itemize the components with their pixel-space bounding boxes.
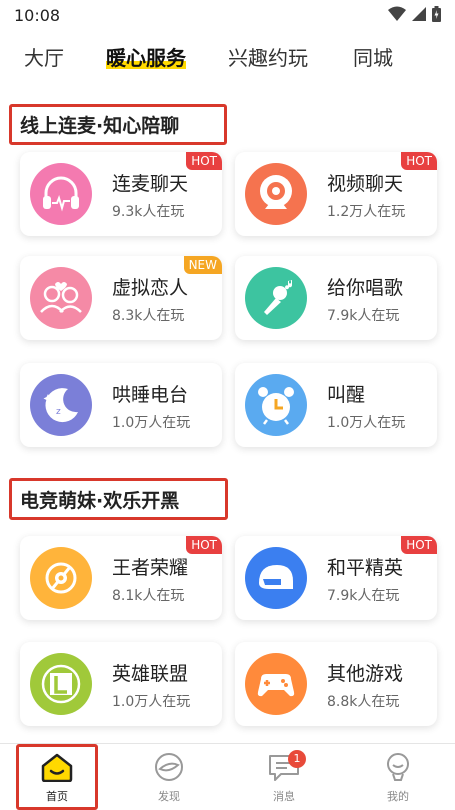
gamepad-icon [245, 653, 307, 715]
nav-label: 消息 [273, 790, 295, 803]
hot-badge: HOT [401, 152, 437, 170]
status-bar: 10:08 [0, 0, 455, 30]
card-name: 虚拟恋人 [112, 277, 189, 299]
hot-badge: HOT [186, 152, 222, 170]
top-nav: 大厅 暖心服务 兴趣约玩 同城 [0, 30, 455, 80]
card-count: 7.9k人在玩 [327, 308, 400, 324]
card-name: 视频聊天 [327, 173, 404, 195]
card-count: 7.9k人在玩 [327, 588, 400, 604]
nav-discover[interactable]: 发现 [134, 752, 204, 804]
card-count: 1.0万人在玩 [327, 415, 406, 431]
card-video-chat[interactable]: 视频聊天 1.2万人在玩 HOT [235, 152, 437, 236]
section-title-text: 电竞萌妹·欢乐开黑 [20, 489, 180, 512]
tab-lobby[interactable]: 大厅 [24, 42, 64, 71]
section-title-gaming: 电竞萌妹·欢乐开黑 [9, 478, 228, 520]
card-wake-up[interactable]: 叫醒 1.0万人在玩 [235, 363, 437, 447]
tab-warm-service[interactable]: 暖心服务 [106, 42, 186, 71]
helmet-icon [245, 547, 307, 609]
discover-icon [155, 753, 183, 781]
card-name: 和平精英 [327, 557, 404, 579]
alarm-clock-icon [245, 374, 307, 436]
card-count: 8.8k人在玩 [327, 694, 400, 710]
card-count: 1.0万人在玩 [112, 694, 191, 710]
microphone-icon [245, 267, 307, 329]
card-name: 其他游戏 [327, 663, 404, 685]
nav-label: 我的 [387, 790, 409, 803]
card-league-of-legends[interactable]: 英雄联盟 1.0万人在玩 [20, 642, 222, 726]
nav-label: 首页 [46, 790, 68, 803]
nav-profile[interactable]: 我的 [363, 752, 433, 804]
svg-text:z: z [56, 407, 61, 417]
status-icons [388, 6, 441, 22]
honor-of-kings-icon [30, 547, 92, 609]
card-honor-of-kings[interactable]: 王者荣耀 8.1k人在玩 HOT [20, 536, 222, 620]
card-count: 8.1k人在玩 [112, 588, 185, 604]
section-title-chat: 线上连麦·知心陪聊 [9, 104, 227, 145]
card-name: 叫醒 [327, 384, 366, 406]
headphones-icon [30, 163, 92, 225]
card-name: 哄睡电台 [112, 384, 189, 406]
card-count: 8.3k人在玩 [112, 308, 185, 324]
tab-same-city[interactable]: 同城 [353, 42, 393, 71]
card-name: 给你唱歌 [327, 277, 404, 299]
card-peace-elite[interactable]: 和平精英 7.9k人在玩 HOT [235, 536, 437, 620]
nav-label: 发现 [158, 790, 180, 803]
card-name: 英雄联盟 [112, 663, 189, 685]
card-voice-chat[interactable]: 连麦聊天 9.3k人在玩 HOT [20, 152, 222, 236]
card-count: 1.2万人在玩 [327, 204, 406, 220]
webcam-icon [245, 163, 307, 225]
signal-icon [412, 7, 426, 21]
wifi-icon [388, 6, 406, 21]
battery-icon [432, 6, 441, 22]
card-sleep-radio[interactable]: z 哄睡电台 1.0万人在玩 [20, 363, 222, 447]
card-name: 连麦聊天 [112, 173, 189, 195]
card-sing-song[interactable]: 给你唱歌 7.9k人在玩 [235, 256, 437, 340]
section-title-text: 线上连麦·知心陪聊 [20, 115, 180, 137]
card-virtual-lover[interactable]: 虚拟恋人 8.3k人在玩 NEW [20, 256, 222, 340]
home-icon [41, 753, 73, 783]
hot-badge: HOT [186, 536, 222, 554]
card-count: 9.3k人在玩 [112, 204, 185, 220]
card-count: 1.0万人在玩 [112, 415, 191, 431]
couple-icon [30, 267, 92, 329]
nav-messages[interactable]: 消息 [249, 752, 319, 804]
card-other-games[interactable]: 其他游戏 8.8k人在玩 [235, 642, 437, 726]
nav-home[interactable]: 首页 [22, 752, 92, 804]
hot-badge: HOT [401, 536, 437, 554]
status-time: 10:08 [14, 6, 61, 25]
profile-icon [387, 753, 409, 781]
new-badge: NEW [183, 256, 222, 274]
bottom-nav: 首页 发现 消息 1 我的 [0, 743, 455, 810]
league-of-legends-icon [30, 653, 92, 715]
message-count-badge: 1 [288, 750, 306, 768]
moon-icon: z [30, 374, 92, 436]
tab-interest[interactable]: 兴趣约玩 [228, 42, 308, 71]
card-name: 王者荣耀 [112, 557, 189, 579]
